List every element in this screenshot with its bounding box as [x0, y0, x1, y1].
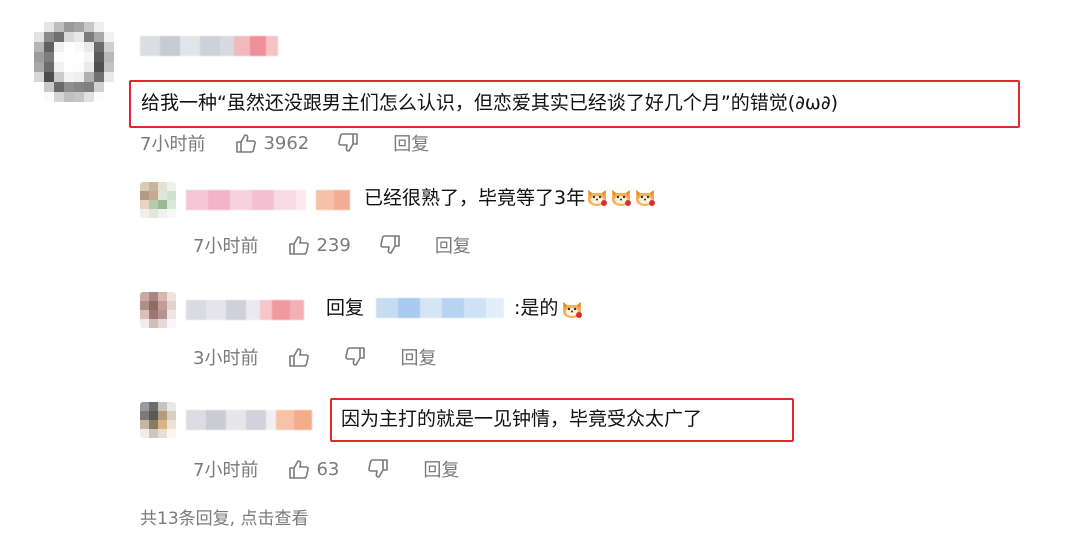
dog-face-emoji	[563, 302, 583, 318]
reply-button[interactable]: 回复	[393, 130, 429, 156]
avatar[interactable]	[34, 22, 114, 102]
reply-meta: 7小时前 63 回复	[193, 456, 459, 482]
reply-time: 7小时前	[193, 460, 259, 481]
reply-button[interactable]: 回复	[423, 456, 459, 482]
reply-item: 回复 :是的 3小时前 回复	[0, 280, 1080, 375]
dog-face-emoji	[636, 190, 656, 206]
thumbs-down-icon	[379, 235, 400, 254]
reply-time: 3小时前	[193, 348, 259, 369]
thumbs-down-icon	[345, 347, 366, 366]
reply-item: 已经很熟了，毕竟等了3年 7小时前 239 回复	[0, 170, 1080, 265]
dog-face-emoji	[612, 190, 632, 206]
comment-meta: 7小时前 3962 回复	[140, 130, 429, 156]
thumbs-up-icon	[289, 236, 310, 255]
comment-highlight-box: 给我一种“虽然还没跟男主们怎么认识，但恋爱其实已经谈了好几个月”的错觉(∂ω∂)	[129, 80, 1020, 128]
avatar[interactable]	[140, 292, 176, 328]
reply-prefix: 回复	[326, 297, 365, 319]
reply-item: 因为主打的就是一见钟情，毕竟受众太广了 7小时前 63 回复	[0, 390, 1080, 485]
like-count: 63	[316, 458, 340, 480]
comment-time: 7小时前	[140, 134, 206, 155]
reply-meta: 3小时前 回复	[193, 344, 436, 370]
like-button[interactable]: 3962	[235, 133, 309, 154]
dislike-button[interactable]	[337, 133, 365, 153]
username-redacted[interactable]	[186, 190, 350, 210]
reply-meta: 7小时前 239 回复	[193, 232, 471, 258]
like-count: 3962	[263, 132, 310, 154]
reply-button[interactable]: 回复	[435, 232, 471, 258]
username-redacted[interactable]	[186, 410, 312, 430]
reply-text-row: 回复 :是的	[326, 294, 584, 322]
dislike-button[interactable]	[367, 459, 395, 479]
thumbs-up-icon	[236, 134, 257, 153]
reply-text: :是的	[514, 297, 559, 319]
main-comment: 给我一种“虽然还没跟男主们怎么认识，但恋爱其实已经谈了好几个月”的错觉(∂ω∂)…	[0, 0, 1080, 160]
thumbs-up-icon	[289, 348, 310, 367]
like-button[interactable]	[288, 347, 316, 367]
view-all-replies-link[interactable]: 共13条回复, 点击查看	[140, 504, 308, 529]
thumbs-up-icon	[289, 460, 310, 479]
avatar[interactable]	[140, 182, 176, 218]
thumbs-down-icon	[368, 459, 389, 478]
reply-time: 7小时前	[193, 236, 259, 257]
reply-button[interactable]: 回复	[400, 344, 436, 370]
username-redacted[interactable]	[140, 36, 278, 56]
reply-text: 已经很熟了，毕竟等了3年	[364, 187, 586, 209]
reply-text: 因为主打的就是一见钟情，毕竟受众太广了	[341, 408, 703, 430]
username-redacted[interactable]	[186, 300, 304, 320]
thumbs-down-icon	[338, 133, 359, 152]
reply-highlight-box: 因为主打的就是一见钟情，毕竟受众太广了	[330, 398, 794, 442]
like-count: 239	[316, 234, 351, 256]
like-button[interactable]: 63	[288, 459, 339, 480]
mentioned-user-redacted[interactable]	[376, 298, 505, 318]
dislike-button[interactable]	[379, 235, 407, 255]
dislike-button[interactable]	[344, 347, 372, 367]
dog-face-emoji	[588, 190, 608, 206]
comment-text: 给我一种“虽然还没跟男主们怎么认识，但恋爱其实已经谈了好几个月”的错觉(∂ω∂)	[141, 92, 839, 114]
like-button[interactable]: 239	[288, 234, 351, 256]
avatar[interactable]	[140, 402, 176, 438]
reply-text-row: 已经很熟了，毕竟等了3年	[364, 184, 657, 212]
